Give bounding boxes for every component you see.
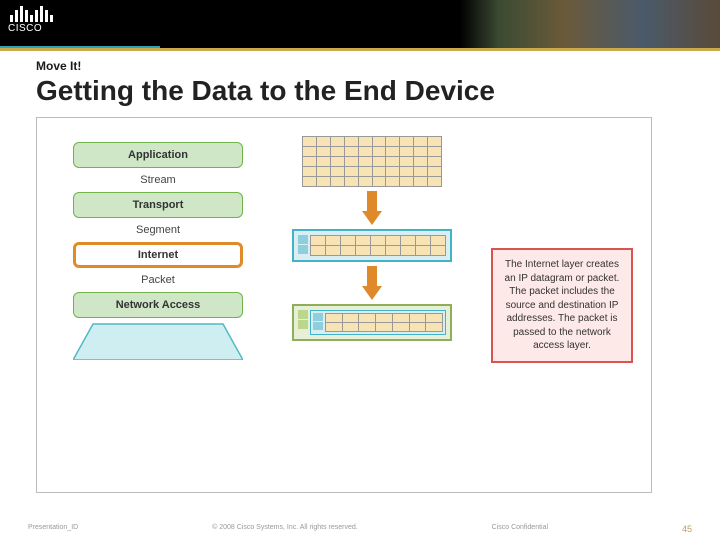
layer-network-access: Network Access — [73, 292, 243, 318]
page-number: 45 — [682, 524, 692, 534]
pdu-segment: Segment — [73, 224, 243, 236]
arrow-down-icon — [287, 266, 457, 300]
stream-data-icon — [302, 136, 442, 187]
kicker-text: Move It! — [36, 59, 684, 73]
layer-internet: Internet — [73, 242, 243, 268]
layer-transport: Transport — [73, 192, 243, 218]
layer-column: Application Stream Transport Segment Int… — [73, 142, 243, 360]
page-title: Getting the Data to the End Device — [36, 75, 684, 107]
encapsulation-column — [287, 136, 457, 341]
pdu-packet: Packet — [73, 274, 243, 286]
medium-trapezoid — [73, 322, 243, 360]
internet-layer-callout: The Internet layer creates an IP datagra… — [491, 248, 633, 363]
arrow-down-icon — [287, 191, 457, 225]
header-bar: CISCO — [0, 0, 720, 48]
footer-center: © 2008 Cisco Systems, Inc. All rights re… — [212, 524, 358, 534]
diagram-frame: Application Stream Transport Segment Int… — [36, 117, 652, 493]
packet-box — [292, 304, 452, 341]
brand-logo: CISCO — [8, 4, 53, 34]
footer: Presentation_ID © 2008 Cisco Systems, In… — [0, 524, 720, 534]
pdu-stream: Stream — [73, 174, 243, 186]
accent-teal — [0, 46, 160, 48]
layer-application: Application — [73, 142, 243, 168]
cisco-bars-icon — [8, 4, 53, 22]
footer-right: Cisco Confidential — [492, 524, 548, 534]
header-photo-strip — [460, 0, 720, 48]
segment-box — [292, 229, 452, 262]
footer-left: Presentation_ID — [28, 524, 78, 534]
brand-name: CISCO — [8, 23, 53, 34]
